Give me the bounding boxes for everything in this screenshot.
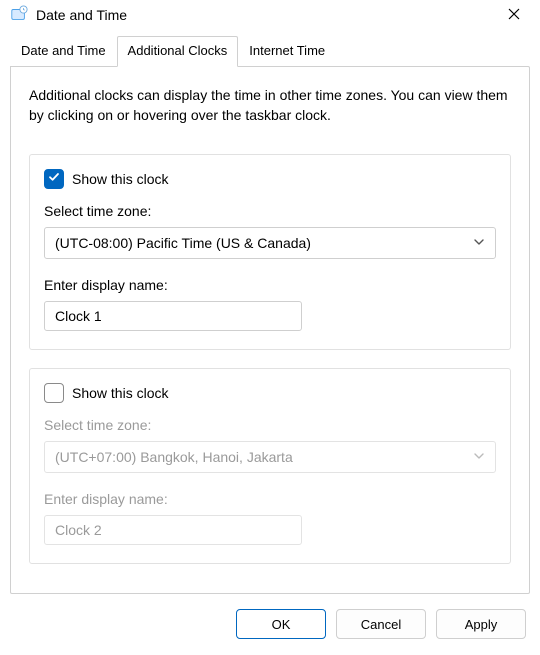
chevron-down-icon: [473, 235, 485, 251]
clock2-timezone-label: Select time zone:: [44, 417, 496, 433]
tab-additional-clocks[interactable]: Additional Clocks: [117, 36, 239, 67]
tabstrip: Date and Time Additional Clocks Internet…: [0, 36, 540, 67]
clock1-show-label: Show this clock: [72, 171, 168, 187]
clock1-show-checkbox[interactable]: [44, 169, 64, 189]
clock1-timezone-value: (UTC-08:00) Pacific Time (US & Canada): [55, 235, 311, 251]
clock1-show-row: Show this clock: [44, 169, 496, 189]
chevron-down-icon: [473, 449, 485, 465]
close-button[interactable]: [494, 0, 534, 30]
clock2-group: Show this clock Select time zone: (UTC+0…: [29, 368, 511, 564]
window-title: Date and Time: [36, 7, 127, 23]
clock1-displayname-value: Clock 1: [55, 308, 102, 324]
clock1-group: Show this clock Select time zone: (UTC-0…: [29, 154, 511, 350]
clock1-timezone-select[interactable]: (UTC-08:00) Pacific Time (US & Canada): [44, 227, 496, 259]
titlebar: Date and Time: [0, 0, 540, 30]
panel-description: Additional clocks can display the time i…: [29, 85, 511, 126]
clock2-timezone-select: (UTC+07:00) Bangkok, Hanoi, Jakarta: [44, 441, 496, 473]
clock2-show-checkbox[interactable]: [44, 383, 64, 403]
clock2-displayname-label: Enter display name:: [44, 491, 496, 507]
clock1-timezone-label: Select time zone:: [44, 203, 496, 219]
clock2-show-label: Show this clock: [72, 385, 168, 401]
tab-panel-additional-clocks: Additional clocks can display the time i…: [10, 66, 530, 594]
tab-date-and-time[interactable]: Date and Time: [10, 36, 117, 67]
clock1-displayname-label: Enter display name:: [44, 277, 496, 293]
clock1-displayname-input[interactable]: Clock 1: [44, 301, 302, 331]
close-icon: [508, 8, 520, 23]
clock2-show-row: Show this clock: [44, 383, 496, 403]
app-icon: [10, 5, 28, 26]
apply-button[interactable]: Apply: [436, 609, 526, 639]
clock2-displayname-value: Clock 2: [55, 522, 102, 538]
dialog-button-row: OK Cancel Apply: [0, 595, 540, 655]
date-time-window: Date and Time Date and Time Additional C…: [0, 0, 540, 650]
titlebar-left: Date and Time: [10, 5, 127, 26]
ok-button[interactable]: OK: [236, 609, 326, 639]
clock2-displayname-input: Clock 2: [44, 515, 302, 545]
cancel-button[interactable]: Cancel: [336, 609, 426, 639]
check-icon: [48, 171, 60, 186]
clock2-timezone-value: (UTC+07:00) Bangkok, Hanoi, Jakarta: [55, 449, 293, 465]
tab-internet-time[interactable]: Internet Time: [238, 36, 336, 67]
